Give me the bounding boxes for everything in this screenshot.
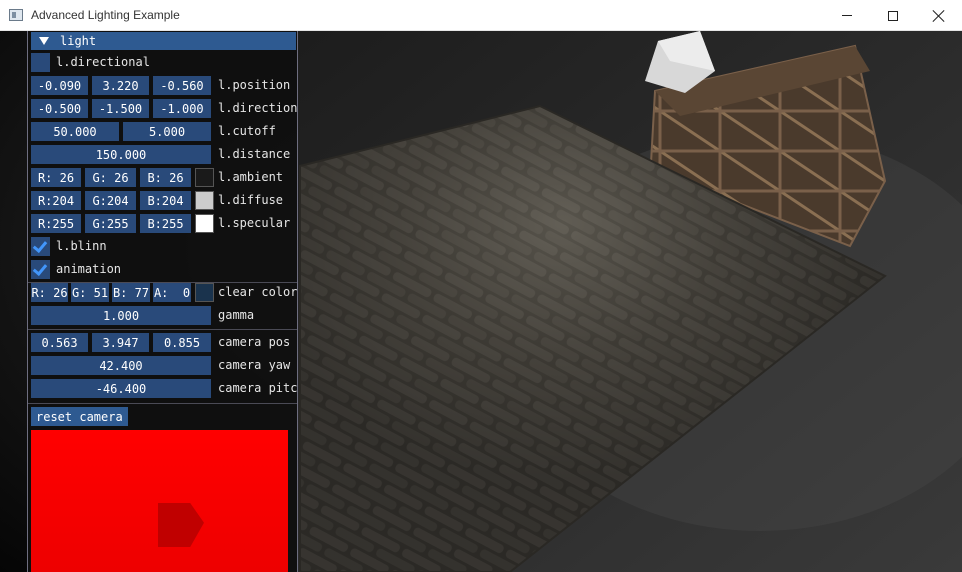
clear-a-field[interactable]: A: 0	[153, 283, 191, 302]
camera-pitch-label: camera pitch	[218, 381, 298, 395]
direction-z-field[interactable]: -1.000	[153, 99, 211, 118]
animation-checkbox[interactable]	[31, 260, 50, 279]
separator	[28, 329, 297, 330]
diffuse-label: l.diffuse	[218, 193, 284, 207]
specular-color-swatch[interactable]	[195, 214, 214, 233]
window-title: Advanced Lighting Example	[31, 8, 180, 22]
app-window-icon	[9, 9, 23, 21]
directional-checkbox[interactable]	[31, 53, 50, 72]
camera-pitch-row: -46.400 camera pitch	[31, 379, 298, 399]
ambient-r-field[interactable]: R: 26	[31, 168, 81, 187]
imgui-panel[interactable]: light l.directional -0.090 3.220 -0.560 …	[27, 31, 298, 572]
distance-row: 150.000 l.distance	[31, 145, 297, 165]
cutoff-outer-field[interactable]: 5.000	[123, 122, 211, 141]
clear-g-field[interactable]: G: 51	[71, 283, 109, 302]
light-collapsing-header[interactable]: light	[31, 32, 296, 50]
close-icon	[933, 10, 945, 22]
collapse-arrow-icon	[39, 37, 49, 45]
separator	[28, 403, 297, 404]
ambient-row: R: 26 G: 26 B: 26 l.ambient	[31, 168, 297, 188]
directional-row: l.directional	[31, 53, 296, 73]
specular-r-field[interactable]: R:255	[31, 214, 81, 233]
specular-row: R:255 G:255 B:255 l.specular	[31, 214, 297, 234]
position-label: l.position	[218, 78, 291, 92]
directional-label: l.directional	[56, 55, 150, 69]
shadow-map-preview	[31, 430, 288, 572]
minimize-icon	[842, 15, 852, 16]
camera-pitch-field[interactable]: -46.400	[31, 379, 211, 398]
ambient-color-swatch[interactable]	[195, 168, 214, 187]
preview-shape	[158, 503, 204, 547]
direction-row: -0.500 -1.500 -1.000 l.direction	[31, 99, 298, 119]
cutoff-row: 50.000 5.000 l.cutoff	[31, 122, 297, 142]
direction-label: l.direction	[218, 101, 298, 115]
specular-b-field[interactable]: B:255	[140, 214, 191, 233]
reset-camera-button[interactable]: reset camera	[31, 407, 128, 426]
camera-yaw-row: 42.400 camera yaw	[31, 356, 297, 376]
animation-row: animation	[31, 260, 296, 280]
window-titlebar[interactable]: Advanced Lighting Example	[0, 0, 962, 31]
ambient-label: l.ambient	[218, 170, 284, 184]
maximize-icon	[888, 10, 898, 21]
position-z-field[interactable]: -0.560	[153, 76, 211, 95]
ambient-g-field[interactable]: G: 26	[85, 168, 136, 187]
position-x-field[interactable]: -0.090	[31, 76, 88, 95]
specular-label: l.specular	[218, 216, 291, 230]
specular-g-field[interactable]: G:255	[85, 214, 136, 233]
camera-pos-x-field[interactable]: 0.563	[31, 333, 88, 352]
blinn-row: l.blinn	[31, 237, 296, 257]
diffuse-row: R:204 G:204 B:204 l.diffuse	[31, 191, 297, 211]
blinn-checkbox[interactable]	[31, 237, 50, 256]
minimize-button[interactable]	[824, 0, 870, 31]
camera-pos-z-field[interactable]: 0.855	[153, 333, 211, 352]
distance-label: l.distance	[218, 147, 291, 161]
gamma-label: gamma	[218, 308, 255, 322]
cutoff-label: l.cutoff	[218, 124, 276, 138]
diffuse-color-swatch[interactable]	[195, 191, 214, 210]
diffuse-b-field[interactable]: B:204	[140, 191, 191, 210]
diffuse-g-field[interactable]: G:204	[85, 191, 136, 210]
position-row: -0.090 3.220 -0.560 l.position	[31, 76, 297, 96]
clear-color-label: clear color	[218, 285, 298, 299]
ambient-b-field[interactable]: B: 26	[140, 168, 191, 187]
blinn-label: l.blinn	[56, 239, 107, 253]
cutoff-inner-field[interactable]: 50.000	[31, 122, 119, 141]
camera-pos-y-field[interactable]: 3.947	[92, 333, 149, 352]
close-button[interactable]	[916, 0, 962, 31]
clear-b-field[interactable]: B: 77	[112, 283, 150, 302]
maximize-button[interactable]	[870, 0, 916, 31]
position-y-field[interactable]: 3.220	[92, 76, 149, 95]
distance-field[interactable]: 150.000	[31, 145, 211, 164]
direction-x-field[interactable]: -0.500	[31, 99, 88, 118]
light-header-label: light	[60, 34, 97, 48]
gamma-field[interactable]: 1.000	[31, 306, 211, 325]
clear-color-swatch[interactable]	[195, 283, 214, 302]
diffuse-r-field[interactable]: R:204	[31, 191, 81, 210]
camera-yaw-label: camera yaw	[218, 358, 291, 372]
camera-pos-label: camera pos	[218, 335, 291, 349]
gamma-row: 1.000 gamma	[31, 306, 297, 326]
camera-pos-row: 0.563 3.947 0.855 camera pos	[31, 333, 297, 353]
clear-r-field[interactable]: R: 26	[31, 283, 68, 302]
camera-yaw-field[interactable]: 42.400	[31, 356, 211, 375]
clear-color-row: R: 26 G: 51 B: 77 A: 0 clear color	[31, 283, 298, 303]
animation-label: animation	[56, 262, 122, 276]
direction-y-field[interactable]: -1.500	[92, 99, 149, 118]
